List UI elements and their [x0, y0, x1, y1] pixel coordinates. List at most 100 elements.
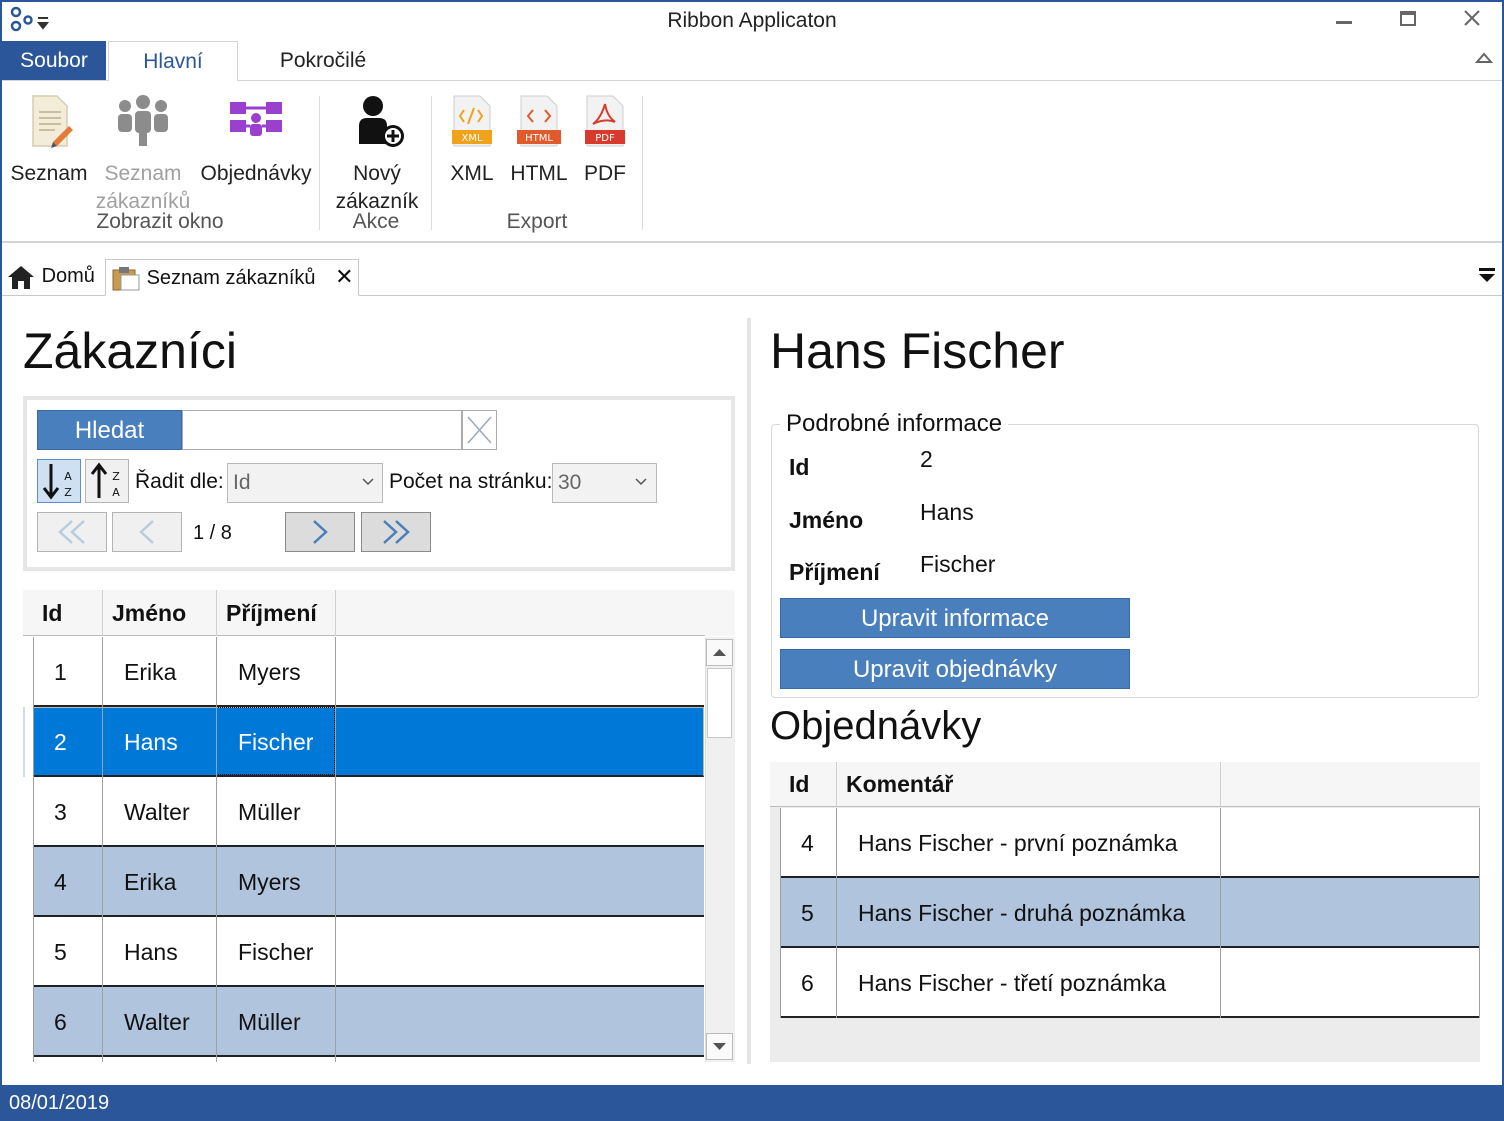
maximize-icon — [1400, 11, 1416, 26]
orders-column-id[interactable]: Id — [789, 762, 809, 807]
chevron-down-icon — [362, 478, 374, 486]
chevron-down-icon — [635, 478, 647, 486]
group-label-akce: Akce — [352, 210, 400, 233]
order-cell-comment: Hans Fischer - první poznámka — [858, 829, 1178, 856]
minimize-button[interactable] — [1316, 4, 1372, 36]
cell-id: 6 — [54, 1008, 67, 1035]
pdf-file-icon: PDF — [585, 95, 625, 147]
edit-orders-button[interactable]: Upravit objednávky — [780, 649, 1130, 689]
details-group-label: Podrobné informace — [780, 410, 1009, 438]
chevron-left-icon — [139, 520, 154, 544]
sort-select-value: Id — [233, 471, 251, 494]
caret-up-icon — [713, 649, 726, 656]
doc-tab-seznam-zakazniku[interactable]: Seznam zákazníků ✕ — [105, 259, 359, 296]
export-pdf-label: PDF — [584, 162, 626, 185]
sort-descending-button[interactable]: Z A — [85, 459, 129, 503]
svg-text:Z: Z — [64, 486, 72, 499]
tab-pokrocile[interactable]: Pokročilé — [250, 41, 396, 80]
last-page-button[interactable] — [361, 512, 431, 552]
svg-text:A: A — [64, 470, 72, 483]
column-header-id[interactable]: Id — [42, 590, 62, 636]
first-page-button[interactable] — [37, 512, 107, 552]
grid-line — [1479, 808, 1480, 1018]
page-indicator: 1 / 8 — [193, 522, 232, 544]
cell-prijmeni: Fischer — [238, 938, 314, 965]
column-header-jmeno[interactable]: Jméno — [112, 590, 186, 636]
grid-line — [102, 637, 103, 1062]
search-button[interactable]: Hledat — [37, 410, 182, 450]
row-header-selected — [23, 707, 33, 777]
clear-search-button[interactable] — [462, 410, 497, 450]
export-xml-button[interactable]: XML XML — [442, 92, 502, 188]
ribbon-separator — [431, 96, 432, 230]
objednavky-button[interactable]: Objednávky — [198, 92, 314, 188]
sort-ascending-button[interactable]: A Z — [37, 459, 81, 503]
svg-text:XML: XML — [461, 133, 482, 144]
cell-jmeno: Hans — [124, 728, 178, 755]
caret-down-icon — [713, 1043, 726, 1050]
export-html-button[interactable]: HTML HTML — [508, 92, 570, 188]
svg-text:HTML: HTML — [525, 133, 553, 144]
pane-splitter[interactable] — [747, 318, 751, 1064]
tab-list-dropdown-icon[interactable] — [1478, 266, 1496, 284]
xml-file-icon: XML — [452, 95, 492, 147]
grid-line — [33, 637, 34, 1062]
field-label-id: Id — [789, 454, 810, 480]
double-chevron-left-icon — [58, 520, 85, 544]
sort-select[interactable]: Id — [227, 463, 383, 503]
page-size-select[interactable]: 30 — [552, 463, 657, 503]
header-divider — [216, 590, 217, 636]
seznam-button[interactable]: Seznam — [8, 92, 90, 188]
header-divider — [836, 762, 837, 807]
close-icon — [1464, 10, 1480, 26]
cell-jmeno: Walter — [124, 798, 190, 825]
order-cell-comment: Hans Fischer - třetí poznámka — [858, 969, 1167, 996]
svg-text:A: A — [112, 486, 120, 499]
edit-info-button[interactable]: Upravit informace — [780, 598, 1130, 638]
cell-jmeno: Erika — [124, 868, 177, 895]
status-date: 08/01/2019 — [9, 1092, 110, 1114]
scroll-up-button[interactable] — [706, 639, 733, 666]
doc-tab-seznam-label: Seznam zákazníků — [146, 267, 316, 289]
novy-zakaznik-button[interactable]: Nový zákazník — [326, 92, 428, 213]
cell-prijmeni: Myers — [238, 868, 301, 895]
order-cell-id: 4 — [801, 829, 814, 856]
minimize-icon — [1336, 21, 1352, 24]
cell-prijmeni: Müller — [238, 798, 301, 825]
seznam-label: Seznam — [10, 162, 88, 185]
close-window-button[interactable] — [1444, 4, 1500, 36]
novy-zakaznik-label-1: Nový — [353, 162, 401, 185]
scroll-down-button[interactable] — [706, 1033, 733, 1060]
seznam-zakazniku-label-1: Seznam — [104, 162, 182, 185]
cell-id: 1 — [54, 658, 67, 685]
field-value-jmeno: Hans — [920, 499, 974, 525]
customers-title: Zákazníci — [23, 323, 237, 379]
home-icon — [8, 265, 34, 289]
seznam-zakazniku-button[interactable]: Seznam zákazníků — [94, 92, 192, 213]
order-cell-comment: Hans Fischer - druhá poznámka — [858, 899, 1186, 926]
doc-tab-domu-label: Domů — [41, 265, 95, 287]
close-tab-icon[interactable]: ✕ — [335, 264, 353, 289]
maximize-button[interactable] — [1380, 4, 1436, 36]
order-cell-id: 5 — [801, 899, 814, 926]
cell-id: 4 — [54, 868, 67, 895]
export-pdf-button[interactable]: PDF PDF — [576, 92, 634, 188]
doc-tab-domu[interactable]: Domů — [4, 259, 104, 296]
scroll-thumb[interactable] — [707, 668, 732, 738]
add-user-icon — [359, 96, 404, 147]
grid-line — [1220, 808, 1221, 1018]
next-page-button[interactable] — [285, 512, 355, 552]
collapse-ribbon-icon[interactable] — [1474, 50, 1494, 66]
column-header-prijmeni[interactable]: Příjmení — [226, 590, 317, 636]
tab-soubor[interactable]: Soubor — [2, 41, 106, 80]
sort-descending-icon: Z A — [90, 462, 120, 499]
grid-line — [780, 808, 781, 1018]
group-label-export: Export — [506, 210, 568, 233]
header-divider — [1220, 762, 1221, 807]
orders-column-komentar[interactable]: Komentář — [846, 762, 953, 807]
search-input[interactable] — [182, 410, 462, 450]
tab-hlavni[interactable]: Hlavní — [108, 41, 238, 81]
previous-page-button[interactable] — [112, 512, 182, 552]
clipboard-icon — [112, 266, 140, 291]
field-label-prijmeni: Příjmení — [789, 559, 880, 585]
